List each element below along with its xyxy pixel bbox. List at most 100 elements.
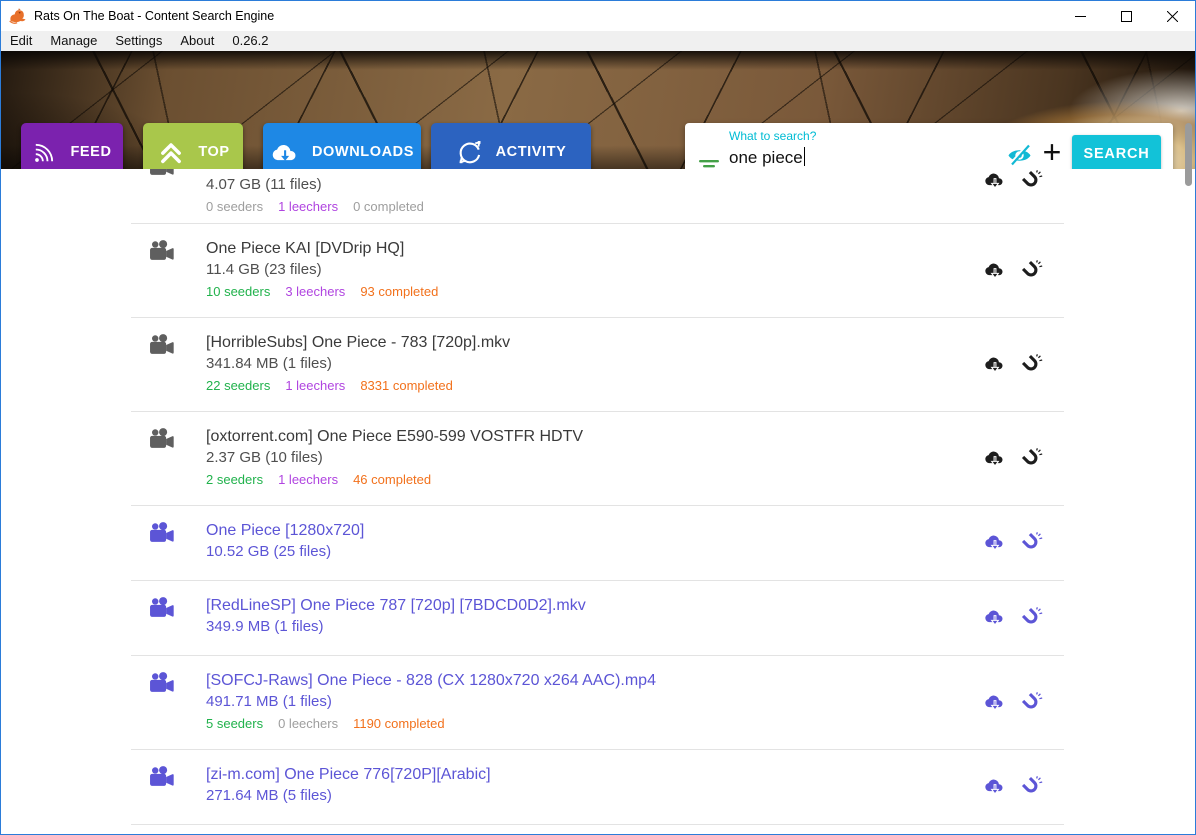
- seeders-count: 22 seeders: [206, 378, 270, 393]
- magnet-icon[interactable]: [1020, 607, 1044, 629]
- menubar: Edit Manage Settings About 0.26.2: [1, 31, 1195, 51]
- sync-icon: [456, 138, 484, 166]
- top-button[interactable]: TOP: [143, 123, 243, 169]
- result-title[interactable]: One Piece [1280x720]: [206, 520, 1064, 542]
- search-label: What to search?: [729, 129, 816, 143]
- result-size: 271.64 MB (5 files): [206, 786, 1064, 806]
- download-icon[interactable]: [983, 532, 1007, 553]
- menu-edit[interactable]: Edit: [1, 31, 41, 51]
- download-icon[interactable]: [983, 776, 1007, 797]
- leechers-count: 1 leechers: [285, 378, 345, 393]
- completed-count: 93 completed: [360, 284, 438, 299]
- top-button-label: TOP: [198, 144, 229, 160]
- scrollbar-thumb[interactable]: [1185, 123, 1192, 186]
- video-camera-icon: [149, 428, 177, 450]
- maximize-button[interactable]: [1103, 1, 1149, 31]
- leechers-count: 3 leechers: [285, 284, 345, 299]
- result-row: [zi-m.com] One Piece 776[720P][Arabic] 2…: [131, 750, 1064, 825]
- completed-count: 46 completed: [353, 472, 431, 487]
- activity-button[interactable]: ACTIVITY: [431, 123, 591, 169]
- result-size: 4.07 GB (11 files): [206, 175, 1064, 195]
- titlebar: Rats On The Boat - Content Search Engine: [1, 1, 1195, 31]
- result-title[interactable]: One Piece KAI [DVDrip HQ]: [206, 238, 1064, 260]
- video-camera-icon: [149, 597, 177, 619]
- seeders-count: 0 seeders: [206, 199, 263, 214]
- result-actions: [983, 692, 1044, 714]
- result-title[interactable]: [oxtorrent.com] One Piece E590-599 VOSTF…: [206, 426, 1064, 448]
- magnet-icon[interactable]: [1020, 692, 1044, 714]
- result-row: [HorribleSubs] One Piece - 783 [720p].mk…: [131, 318, 1064, 412]
- download-icon[interactable]: [983, 692, 1007, 713]
- menu-version: 0.26.2: [223, 31, 277, 51]
- add-provider-icon[interactable]: +: [1037, 130, 1067, 169]
- video-camera-icon: [149, 522, 177, 544]
- result-title[interactable]: [RedLineSP] One Piece 787 [720p] [7BDCD0…: [206, 595, 1064, 617]
- result-row: One Piece [1280x720] 10.52 GB (25 files): [131, 506, 1064, 581]
- rat-logo-icon: [8, 7, 28, 25]
- result-actions: [983, 776, 1044, 798]
- close-button[interactable]: [1149, 1, 1195, 31]
- result-stats: 5 seeders0 leechers1190 completed: [206, 712, 1064, 731]
- result-stats: 22 seeders 1 leechers 8331 completed: [206, 374, 1064, 393]
- downloads-button-label: DOWNLOADS: [312, 144, 414, 160]
- search-input-value: one piece: [729, 148, 803, 167]
- result-actions: [983, 532, 1044, 554]
- search-panel: What to search? one piece + SEARCH: [685, 123, 1173, 169]
- menu-manage[interactable]: Manage: [41, 31, 106, 51]
- magnet-icon[interactable]: [1020, 448, 1044, 470]
- result-actions: [983, 170, 1044, 192]
- window-title: Rats On The Boat - Content Search Engine: [34, 9, 274, 23]
- search-button[interactable]: SEARCH: [1072, 135, 1161, 169]
- downloads-button[interactable]: DOWNLOADS: [263, 123, 421, 169]
- leechers-count: 1 leechers: [278, 472, 338, 487]
- menu-about[interactable]: About: [171, 31, 223, 51]
- search-input[interactable]: one piece: [729, 147, 1007, 169]
- visibility-off-icon[interactable]: [1006, 143, 1033, 167]
- result-actions: [983, 448, 1044, 470]
- magnet-icon[interactable]: [1020, 354, 1044, 376]
- minimize-button[interactable]: [1057, 1, 1103, 31]
- result-row: [RedLineSP] One Piece 787 [720p] [7BDCD0…: [131, 581, 1064, 656]
- download-icon[interactable]: [983, 170, 1007, 191]
- result-size: 2.37 GB (10 files): [206, 448, 1064, 468]
- result-size: 491.71 MB (1 files): [206, 692, 1064, 712]
- filter-icon[interactable]: [698, 159, 720, 169]
- cloud-download-icon: [270, 140, 300, 164]
- download-icon[interactable]: [983, 354, 1007, 375]
- text-caret: [804, 147, 805, 166]
- result-title[interactable]: [HorribleSubs] One Piece - 783 [720p].mk…: [206, 332, 1064, 354]
- result-actions: [983, 260, 1044, 282]
- magnet-icon[interactable]: [1020, 776, 1044, 798]
- result-size: 11.4 GB (23 files): [206, 260, 1064, 280]
- menu-settings[interactable]: Settings: [106, 31, 171, 51]
- download-icon[interactable]: [983, 448, 1007, 469]
- result-stats: 10 seeders 3 leechers 93 completed: [206, 280, 1064, 299]
- seeders-count: 5 seeders: [206, 716, 263, 731]
- result-title[interactable]: [zi-m.com] One Piece 776[720P][Arabic]: [206, 764, 1064, 786]
- result-row: One Piece KAI [DVDrip HQ] 11.4 GB (23 fi…: [131, 224, 1064, 318]
- result-size: 10.52 GB (25 files): [206, 542, 1064, 562]
- feed-icon: [32, 139, 58, 165]
- seeders-count: 10 seeders: [206, 284, 270, 299]
- magnet-icon[interactable]: [1020, 532, 1044, 554]
- seeders-count: 2 seeders: [206, 472, 263, 487]
- magnet-icon[interactable]: [1020, 170, 1044, 192]
- magnet-icon[interactable]: [1020, 260, 1044, 282]
- app-window: Rats On The Boat - Content Search Engine…: [0, 0, 1196, 835]
- completed-count: 1190 completed: [353, 716, 445, 731]
- download-icon[interactable]: [983, 607, 1007, 628]
- video-camera-icon: [149, 766, 177, 788]
- results-list: 4.07 GB (11 files) 0 seeders 1 leechers 0 …: [1, 169, 1195, 834]
- download-icon[interactable]: [983, 260, 1007, 281]
- result-row: [oxtorrent.com] One Piece E590-599 VOSTF…: [131, 412, 1064, 506]
- video-camera-icon: [149, 334, 177, 356]
- result-title[interactable]: [SOFCJ-Raws] One Piece - 828 (CX 1280x72…: [206, 670, 1064, 692]
- completed-count: 8331 completed: [360, 378, 453, 393]
- completed-count: 0 completed: [353, 199, 424, 214]
- video-camera-icon: [149, 240, 177, 262]
- result-actions: [983, 607, 1044, 629]
- result-size: 349.9 MB (1 files): [206, 617, 1064, 637]
- activity-button-label: ACTIVITY: [496, 144, 567, 160]
- leechers-count: 1 leechers: [278, 199, 338, 214]
- feed-button[interactable]: FEED: [21, 123, 123, 169]
